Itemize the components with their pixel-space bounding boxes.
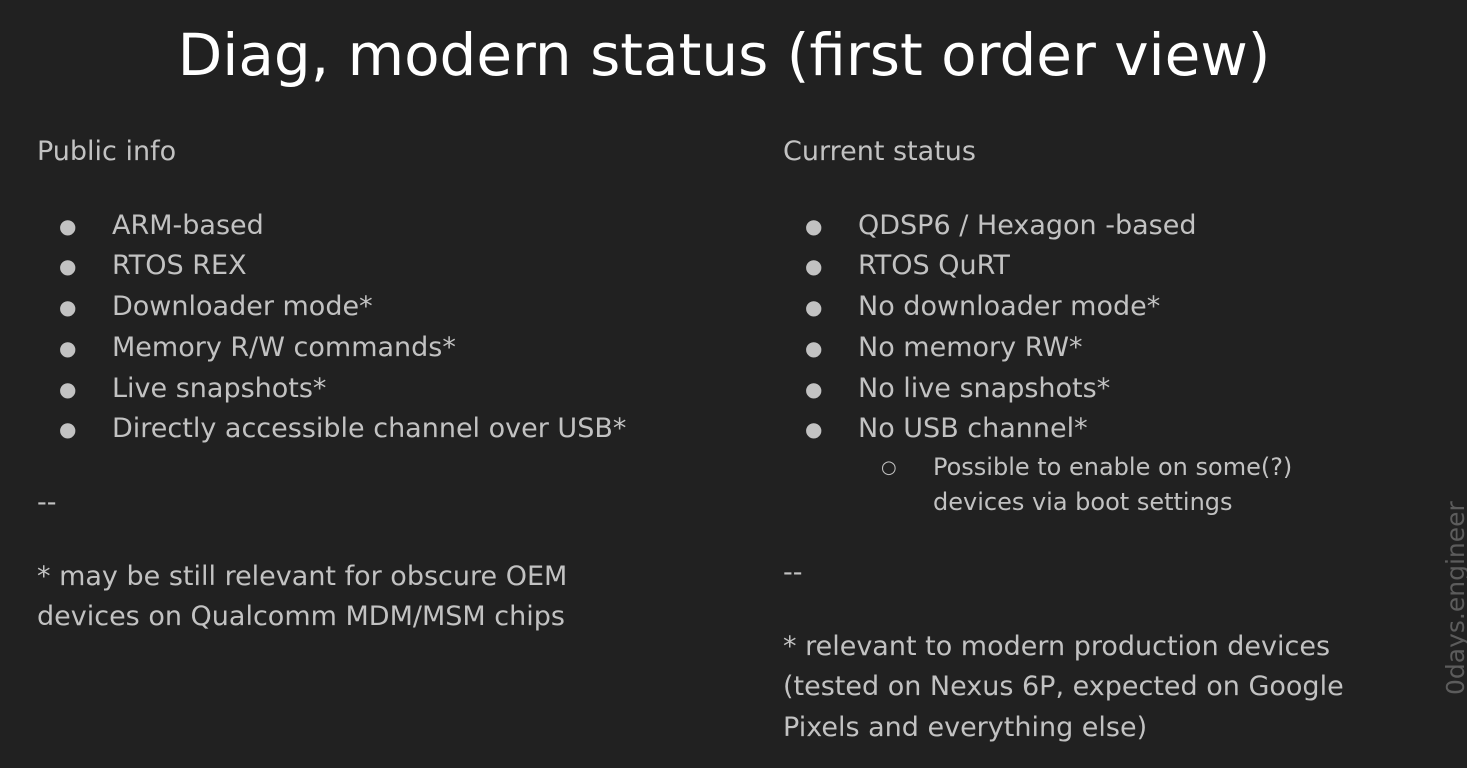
footnote: * relevant to modern production devices … [783,630,1344,743]
bullet-icon: ● [59,213,77,238]
bullet-icon: ● [805,335,823,360]
bullet-icon: ● [805,254,823,279]
list-item: ● No memory RW* [783,328,1413,369]
list-item: ● No downloader mode* [783,287,1413,328]
hollow-bullet-icon: ○ [881,456,897,478]
bullet-icon: ● [805,213,823,238]
list-item-text: No downloader mode* [858,291,1161,323]
separator: -- [37,486,57,518]
watermark: 0days.engineer [1441,501,1467,695]
footnote: * may be still relevant for obscure OEM … [37,560,568,633]
list-item: ● Memory R/W commands* [37,328,647,369]
list-item: ● Downloader mode* [37,287,647,328]
bullet-icon: ● [805,417,823,442]
list-item: ● RTOS QuRT [783,246,1413,287]
list-item-text: Directly accessible channel over USB* [112,413,627,445]
slide-title: Diag, modern status (first order view) [177,21,1271,89]
list-item-text: ARM-based [112,209,264,241]
list-item-text: QDSP6 / Hexagon -based [858,209,1197,241]
current-status-list: ● QDSP6 / Hexagon -based ● RTOS QuRT ● No d… [783,206,1413,520]
list-item-text: No live snapshots* [858,372,1111,404]
current-status-heading: Current status [783,136,976,167]
list-item-text: Downloader mode* [112,291,373,323]
list-item-text: No memory RW* [858,331,1083,363]
list-item: ● Live snapshots* [37,369,647,410]
list-item: ● No live snapshots* [783,369,1413,410]
list-item: ● No USB channel* ○ Possible to enable on … [783,409,1413,520]
current-status-column: Current status ● QDSP6 / Hexagon -based ●… [783,132,1413,749]
list-item-text: Live snapshots* [112,372,327,404]
bullet-icon: ● [59,417,77,442]
separator: -- [783,556,803,588]
sub-list-item: ○ Possible to enable on some(?) devices v… [858,450,1333,520]
bullet-icon: ● [59,376,77,401]
public-info-list: ● ARM-based ● RTOS REX ● Downloader mode* ●… [37,206,647,450]
public-info-column: Public info ● ARM-based ● RTOS REX ● Downlo… [37,132,647,638]
list-item: ● Directly accessible channel over USB* [37,409,632,450]
list-item: ● RTOS REX [37,246,647,287]
bullet-icon: ● [805,376,823,401]
list-item-text: RTOS QuRT [858,250,1010,282]
list-item: ● ARM-based [37,206,647,247]
sub-list-item-text: Possible to enable on some(?) devices vi… [933,452,1293,516]
public-info-heading: Public info [37,136,177,167]
bullet-icon: ● [59,254,77,279]
list-item-text: Memory R/W commands* [112,331,456,363]
bullet-icon: ● [59,295,77,320]
list-item: ● QDSP6 / Hexagon -based [783,206,1413,247]
list-item-text: No USB channel* [858,413,1088,445]
list-item-text: RTOS REX [112,250,247,282]
bullet-icon: ● [59,335,77,360]
bullet-icon: ● [805,295,823,320]
sub-list: ○ Possible to enable on some(?) devices v… [858,450,1413,520]
